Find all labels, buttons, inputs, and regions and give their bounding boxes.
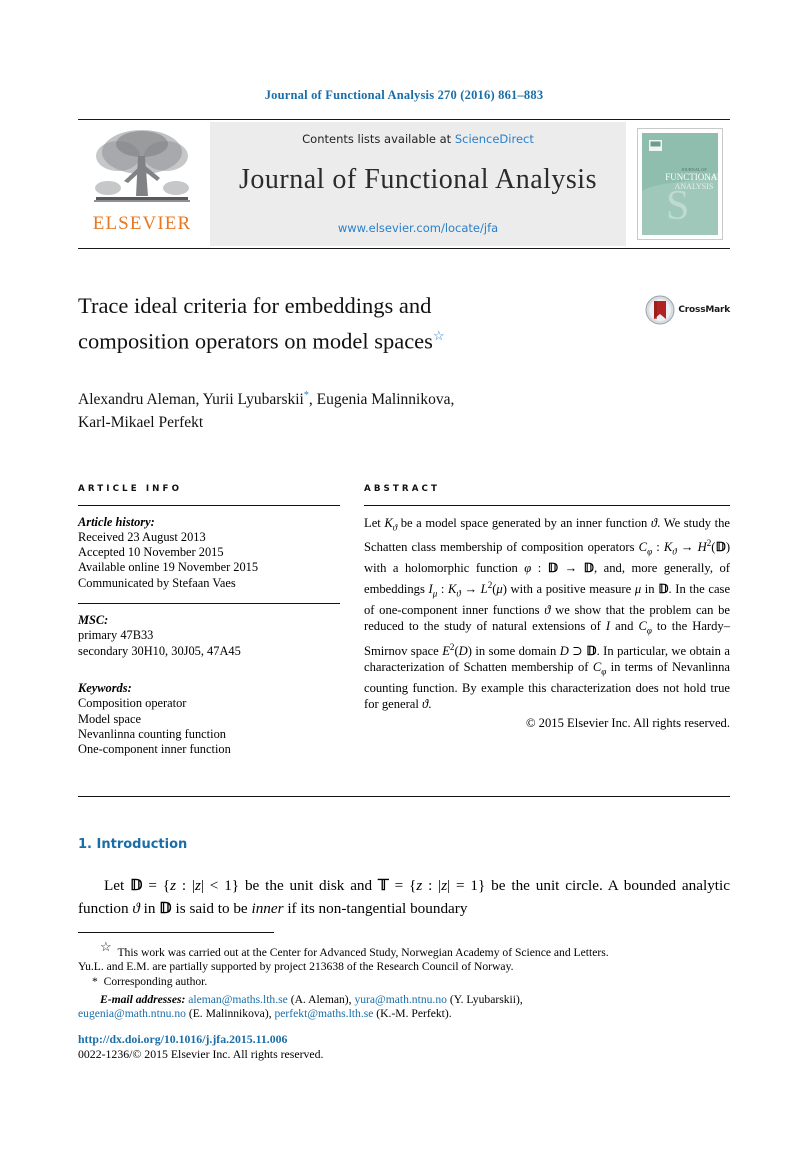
footnote-emails-row-2: eugenia@math.ntnu.no (E. Malinnikova), p… bbox=[78, 1007, 452, 1021]
crossmark-badge[interactable]: CrossMark bbox=[645, 295, 730, 325]
section-divider-rule bbox=[78, 795, 730, 797]
page-title: Trace ideal criteria for embeddings and … bbox=[78, 291, 548, 357]
info-abstract-block: ARTICLE INFO Article history: Received 2… bbox=[78, 484, 730, 758]
email-owner: (A. Aleman) bbox=[290, 992, 349, 1006]
authors-line-1a: Alexandru Aleman, Yurii Lyubarskii bbox=[78, 390, 304, 408]
article-info-rule bbox=[78, 504, 340, 506]
elsevier-logo: ELSEVIER bbox=[78, 122, 206, 246]
keyword-item: One-component inner function bbox=[78, 742, 231, 757]
journal-masthead: ELSEVIER Contents lists available at Sci… bbox=[78, 122, 730, 246]
title-block: Trace ideal criteria for embeddings and … bbox=[78, 291, 730, 357]
email-link[interactable]: perfekt@maths.lth.se bbox=[274, 1007, 373, 1020]
footnote-star-marker: ☆ bbox=[100, 939, 112, 954]
svg-text:FUNCTIONAL: FUNCTIONAL bbox=[665, 172, 718, 182]
email-link[interactable]: yura@math.ntnu.no bbox=[354, 993, 446, 1006]
svg-text:S: S bbox=[666, 183, 689, 229]
footnote-separator bbox=[78, 932, 274, 933]
title-column: Trace ideal criteria for embeddings and … bbox=[78, 291, 645, 357]
authors-line-2: Karl-Mikael Perfekt bbox=[78, 413, 204, 431]
title-line-1: Trace ideal criteria for embeddings and bbox=[78, 293, 432, 318]
publication-footer: http://dx.doi.org/10.1016/j.jfa.2015.11.… bbox=[78, 1032, 324, 1062]
footnote-block: ☆ This work was carried out at the Cente… bbox=[78, 939, 730, 1022]
article-history-label: Article history: bbox=[78, 514, 155, 529]
issn-copyright-line: 0022-1236/© 2015 Elsevier Inc. All right… bbox=[78, 1047, 324, 1061]
footnote-corresponding: * Corresponding author. bbox=[78, 975, 730, 990]
msc-rule bbox=[78, 603, 340, 605]
title-line-2: composition operators on model spaces bbox=[78, 328, 433, 354]
journal-homepage-link[interactable]: www.elsevier.com/locate/jfa bbox=[338, 221, 498, 235]
crossmark-icon bbox=[645, 295, 675, 325]
keyword-item: Composition operator bbox=[78, 696, 187, 711]
masthead-bottom-rule bbox=[78, 248, 730, 249]
authors-line-1b: , Eugenia Malinnikova, bbox=[308, 390, 455, 408]
journal-title: Journal of Functional Analysis bbox=[239, 164, 597, 195]
sciencedirect-link[interactable]: ScienceDirect bbox=[455, 132, 534, 146]
author-list: Alexandru Aleman, Yurii Lyubarskii*, Eug… bbox=[78, 384, 598, 434]
paper-page: Journal of Functional Analysis 270 (2016… bbox=[0, 0, 808, 1162]
elsevier-tree-icon bbox=[88, 126, 196, 212]
msc-primary: primary 47B33 bbox=[78, 628, 154, 643]
masthead-center: Contents lists available at ScienceDirec… bbox=[210, 122, 626, 246]
keyword-item: Nevanlinna counting function bbox=[78, 726, 226, 741]
footnote-star-text-2-row: Yu.L. and E.M. are partially supported b… bbox=[78, 960, 730, 975]
contents-available-line: Contents lists available at ScienceDirec… bbox=[302, 132, 534, 146]
abstract-copyright: © 2015 Elsevier Inc. All rights reserved… bbox=[525, 715, 730, 730]
email-owner: (K.-M. Perfekt) bbox=[376, 1007, 449, 1021]
header-rule bbox=[78, 119, 730, 120]
history-available-online: Available online 19 November 2015 bbox=[78, 560, 259, 575]
column-gap bbox=[340, 484, 364, 758]
section-heading-introduction: 1. Introduction bbox=[78, 836, 188, 852]
email-addresses-label: E-mail addresses: bbox=[100, 992, 186, 1006]
abstract-heading: ABSTRACT bbox=[364, 483, 441, 494]
history-communicated-by: Communicated by Stefaan Vaes bbox=[78, 575, 236, 590]
email-link[interactable]: aleman@maths.lth.se bbox=[188, 993, 288, 1006]
footnote-star-text-2: Yu.L. and E.M. are partially supported b… bbox=[78, 960, 514, 974]
cover-artwork: JOURNAL OF FUNCTIONAL ANALYSIS S bbox=[642, 133, 723, 235]
keyword-item: Model space bbox=[78, 711, 141, 726]
abstract-column: ABSTRACT Let Kϑ be a model space generat… bbox=[364, 484, 730, 758]
email-link[interactable]: eugenia@math.ntnu.no bbox=[78, 1007, 186, 1020]
contents-prefix: Contents lists available at bbox=[302, 132, 455, 146]
keywords-label: Keywords: bbox=[78, 681, 132, 696]
doi-link[interactable]: http://dx.doi.org/10.1016/j.jfa.2015.11.… bbox=[78, 1032, 324, 1047]
email-owner: (Y. Lyubarskii) bbox=[449, 992, 520, 1006]
email-owner: (E. Malinnikova) bbox=[188, 1007, 269, 1021]
history-accepted: Accepted 10 November 2015 bbox=[78, 545, 224, 560]
article-info-heading: ARTICLE INFO bbox=[78, 483, 183, 494]
title-footnote-star-icon[interactable]: ☆ bbox=[433, 328, 445, 343]
crossmark-label: CrossMark bbox=[678, 305, 730, 315]
abstract-text: Let Kϑ be a model space generated by an … bbox=[364, 515, 731, 712]
introduction-paragraph: Let 𝔻 = {z : |z| < 1} be the unit disk a… bbox=[78, 876, 730, 918]
footnote-star: ☆ This work was carried out at the Cente… bbox=[78, 939, 730, 960]
journal-cover-thumbnail: JOURNAL OF FUNCTIONAL ANALYSIS S bbox=[630, 122, 730, 246]
article-info-column: ARTICLE INFO Article history: Received 2… bbox=[78, 484, 340, 758]
running-head: Journal of Functional Analysis 270 (2016… bbox=[264, 88, 544, 102]
msc-label: MSC: bbox=[78, 613, 109, 628]
page-content: Journal of Functional Analysis 270 (2016… bbox=[78, 0, 730, 921]
footnote-corresponding-text: Corresponding author. bbox=[103, 975, 208, 989]
abstract-rule bbox=[364, 504, 730, 506]
cover-frame: JOURNAL OF FUNCTIONAL ANALYSIS S bbox=[637, 128, 723, 240]
footnote-corresponding-marker: * bbox=[92, 975, 98, 989]
history-received: Received 23 August 2013 bbox=[78, 529, 206, 544]
elsevier-wordmark: ELSEVIER bbox=[92, 213, 192, 234]
footnote-emails-row-1: E-mail addresses: aleman@maths.lth.se (A… bbox=[100, 992, 523, 1006]
msc-secondary: secondary 30H10, 30J05, 47A45 bbox=[78, 643, 241, 658]
footnote-star-text-1: This work was carried out at the Center … bbox=[117, 945, 609, 959]
